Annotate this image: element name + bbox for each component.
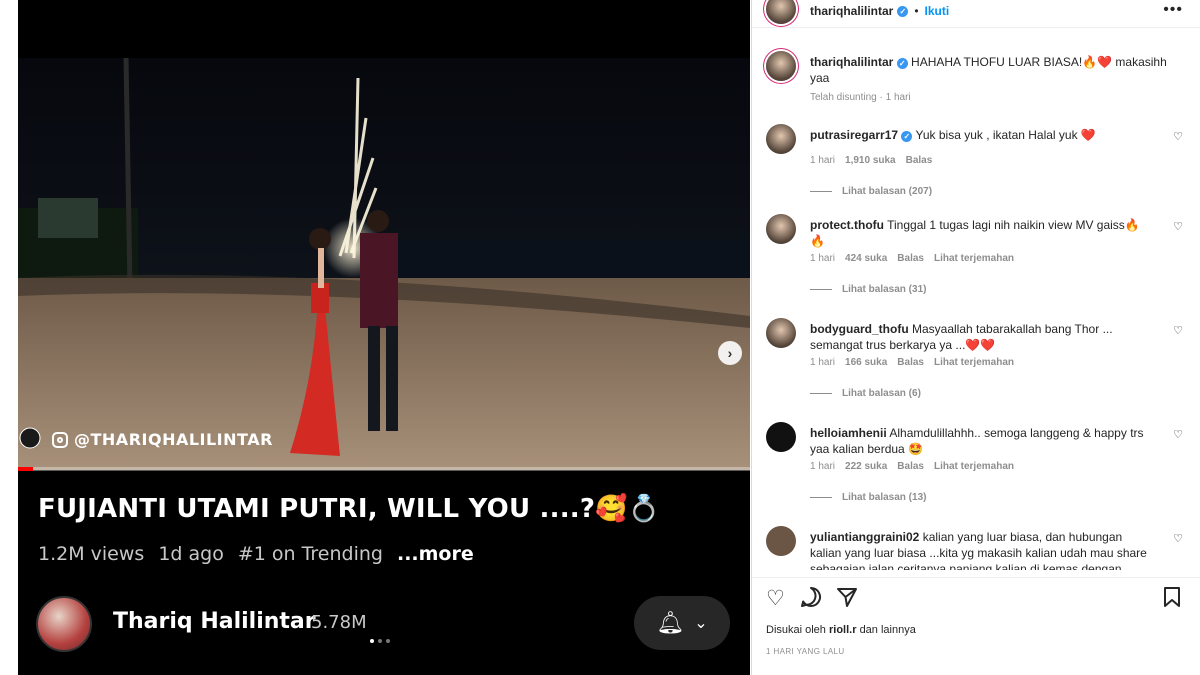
follow-button[interactable]: Ikuti — [925, 4, 950, 18]
comment-time: 1 hari — [810, 461, 836, 472]
author-avatar[interactable] — [766, 0, 796, 24]
heart-icon[interactable]: ♡ — [1173, 130, 1183, 143]
view-replies-button[interactable]: Lihat balasan (13) — [810, 492, 926, 503]
reply-button[interactable]: Balas — [906, 155, 933, 166]
post-header: thariqhalilintar ✓ • Ikuti ••• — [752, 0, 1200, 28]
comment-time: 1 hari — [810, 357, 836, 368]
comment-likes[interactable]: 424 suka — [845, 253, 887, 264]
translate-button[interactable]: Lihat terjemahan — [934, 357, 1014, 368]
comment-body: protect.thofu Tinggal 1 tugas lagi nih n… — [810, 217, 1150, 249]
bookmark-icon[interactable] — [1163, 586, 1181, 614]
upload-age: 1d ago — [158, 543, 224, 565]
comment-time: 1 hari — [810, 155, 836, 166]
watermark-text: @THARIQHALILINTAR — [74, 430, 273, 449]
view-count: 1.2M views — [38, 543, 145, 565]
verified-icon: ✓ — [896, 58, 908, 69]
commenter-avatar[interactable] — [766, 318, 796, 348]
comment-username[interactable]: helloiamhenii — [810, 426, 887, 440]
heart-icon[interactable]: ♡ — [1173, 532, 1183, 545]
video-title: FUJIANTI UTAMI PUTRI, WILL YOU ....?🥰💍 — [38, 494, 661, 524]
comment-body: yuliantianggraini02 kalian yang luar bia… — [810, 529, 1150, 570]
more-link[interactable]: ...more — [397, 543, 474, 565]
translate-button[interactable]: Lihat terjemahan — [934, 461, 1014, 472]
comment-time: 1 hari — [810, 253, 836, 264]
subscriber-count: 5.78M — [311, 612, 367, 633]
channel-avatar[interactable] — [36, 596, 92, 652]
reply-button[interactable]: Balas — [897, 253, 924, 264]
carousel-dot-active — [370, 639, 374, 643]
video-meta: 1.2M views 1d ago #1 on Trending ...more — [38, 543, 474, 565]
commenter-avatar[interactable] — [766, 214, 796, 244]
view-replies-label: Lihat balasan (207) — [842, 186, 933, 197]
notification-bell-button[interactable]: 🔔︎ ⌄ — [634, 596, 730, 650]
instagram-post-panel: thariqhalilintar ✓ • Ikuti ••• thariqhal… — [751, 0, 1200, 675]
more-horizontal-icon[interactable]: ••• — [1163, 1, 1183, 19]
separator-dot: • — [914, 4, 919, 18]
carousel-dots — [370, 639, 390, 643]
comment-list[interactable]: putrasiregarr17 ✓ Yuk bisa yuk , ikatan … — [752, 118, 1200, 570]
reply-button[interactable]: Balas — [897, 357, 924, 368]
comment-meta: 1 hari 424 suka Balas Lihat terjemahan — [810, 253, 1014, 264]
reply-button[interactable]: Balas — [897, 461, 924, 472]
post-actions: ♡ Disukai oleh rioll.r dan lainnya 1 HAR… — [752, 577, 1200, 675]
bell-icon: 🔔︎ — [656, 610, 685, 635]
video-progress-bar[interactable] — [18, 467, 750, 471]
video-progress-fill — [18, 467, 33, 471]
trending-label[interactable]: #1 on Trending — [238, 543, 383, 565]
heart-icon[interactable]: ♡ — [766, 586, 785, 611]
channel-name[interactable]: Thariq Halilintar — [113, 609, 316, 634]
liked-suffix[interactable]: dan lainnya — [860, 624, 916, 636]
caption-username[interactable]: thariqhalilintar — [810, 55, 893, 69]
comment-icon[interactable] — [800, 586, 822, 614]
comment-meta: 1 hari 1,910 suka Balas — [810, 155, 932, 166]
comment-likes[interactable]: 166 suka — [845, 357, 887, 368]
chevron-down-icon: ⌄ — [694, 615, 708, 632]
carousel-dot — [386, 639, 390, 643]
video-scene — [18, 58, 750, 470]
verified-icon: ✓ — [897, 5, 909, 17]
reel-media-panel: @THARIQHALILINTAR › FUJIANTI UTAMI PUTRI… — [18, 0, 750, 675]
post-timestamp: 1 HARI YANG LALU — [766, 647, 845, 656]
chevron-right-icon[interactable]: › — [718, 341, 742, 365]
comment-username[interactable]: protect.thofu — [810, 218, 884, 232]
commenter-avatar[interactable] — [766, 124, 796, 154]
view-replies-button[interactable]: Lihat balasan (6) — [810, 388, 921, 399]
commenter-avatar[interactable] — [766, 526, 796, 556]
comment-username[interactable]: putrasiregarr17 — [810, 128, 898, 142]
view-replies-label: Lihat balasan (31) — [842, 284, 927, 295]
view-replies-button[interactable]: Lihat balasan (207) — [810, 186, 932, 197]
comment-body: putrasiregarr17 ✓ Yuk bisa yuk , ikatan … — [810, 127, 1150, 143]
liked-by-text: Disukai oleh rioll.r dan lainnya — [766, 624, 916, 636]
commenter-avatar[interactable] — [766, 422, 796, 452]
caption-avatar[interactable] — [766, 51, 796, 81]
comment-likes[interactable]: 1,910 suka — [845, 155, 896, 166]
comment-body: helloiamhenii Alhamdulillahhh.. semoga l… — [810, 425, 1150, 457]
heart-icon[interactable]: ♡ — [1173, 324, 1183, 337]
caption-meta: Telah disunting · 1 hari — [810, 92, 911, 103]
comment-likes[interactable]: 222 suka — [845, 461, 887, 472]
video-frame[interactable] — [18, 58, 750, 470]
carousel-dot — [378, 639, 382, 643]
liked-username[interactable]: rioll.r — [829, 624, 857, 636]
view-replies-button[interactable]: Lihat balasan (31) — [810, 284, 926, 295]
view-replies-label: Lihat balasan (6) — [842, 388, 921, 399]
heart-icon[interactable]: ♡ — [1173, 428, 1183, 441]
comment-body: bodyguard_thofu Masyaallah tabarakallah … — [810, 321, 1150, 353]
author-username[interactable]: thariqhalilintar — [810, 4, 893, 18]
heart-icon[interactable]: ♡ — [1173, 220, 1183, 233]
share-icon[interactable] — [836, 586, 858, 614]
comment-username[interactable]: yuliantianggraini02 — [810, 530, 919, 544]
comment-meta: 1 hari 166 suka Balas Lihat terjemahan — [810, 357, 1014, 368]
video-watermark: @THARIQHALILINTAR — [52, 430, 273, 449]
instagram-icon — [52, 431, 68, 448]
view-replies-label: Lihat balasan (13) — [842, 492, 927, 503]
comment-text: Yuk bisa yuk , ikatan Halal yuk ❤️ — [915, 128, 1096, 142]
comment-meta: 1 hari 222 suka Balas Lihat terjemahan — [810, 461, 1014, 472]
verified-icon: ✓ — [901, 131, 913, 142]
translate-button[interactable]: Lihat terjemahan — [934, 253, 1014, 264]
post-caption: thariqhalilintar ✓ HAHAHA THOFU LUAR BIA… — [810, 54, 1180, 86]
liked-prefix: Disukai oleh — [766, 624, 826, 636]
comment-username[interactable]: bodyguard_thofu — [810, 322, 909, 336]
author-line: thariqhalilintar ✓ • Ikuti — [810, 4, 949, 18]
